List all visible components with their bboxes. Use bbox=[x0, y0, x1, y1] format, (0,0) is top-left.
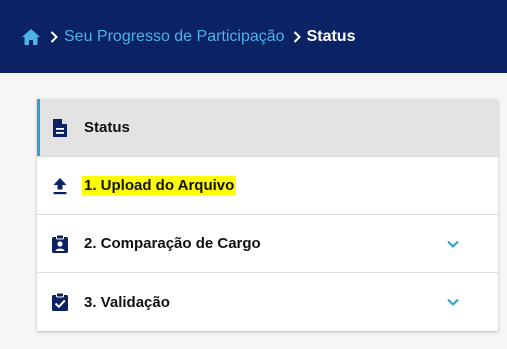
chevron-down-icon[interactable] bbox=[446, 237, 460, 251]
breadcrumb-current-status: Status bbox=[306, 27, 356, 45]
clipboard-check-icon bbox=[50, 292, 70, 312]
menu-item-label: 2. Comparação de Cargo bbox=[84, 235, 261, 252]
menu-item-status[interactable]: Status bbox=[37, 99, 498, 157]
breadcrumb-participation-progress[interactable]: Seu Progresso de Participação bbox=[64, 28, 285, 46]
progress-menu: Status 1. Upload do Arquivo 2. Comparaçã… bbox=[37, 99, 498, 331]
top-bar: Seu Progresso de Participação Status bbox=[0, 0, 507, 73]
chevron-right-icon bbox=[293, 30, 301, 43]
chevron-down-icon[interactable] bbox=[446, 295, 460, 309]
menu-item-job-comparison[interactable]: 2. Comparação de Cargo bbox=[37, 215, 498, 273]
menu-item-validation[interactable]: 3. Validação bbox=[37, 273, 498, 331]
upload-icon bbox=[50, 176, 70, 196]
clipboard-user-icon bbox=[50, 234, 70, 254]
menu-item-label: Status bbox=[84, 119, 130, 136]
chevron-right-icon bbox=[50, 30, 58, 43]
document-icon bbox=[50, 118, 70, 138]
menu-item-label: 1. Upload do Arquivo bbox=[82, 176, 237, 195]
menu-item-label: 3. Validação bbox=[84, 293, 170, 311]
home-icon[interactable] bbox=[20, 26, 42, 48]
menu-item-upload-file[interactable]: 1. Upload do Arquivo bbox=[37, 157, 498, 215]
